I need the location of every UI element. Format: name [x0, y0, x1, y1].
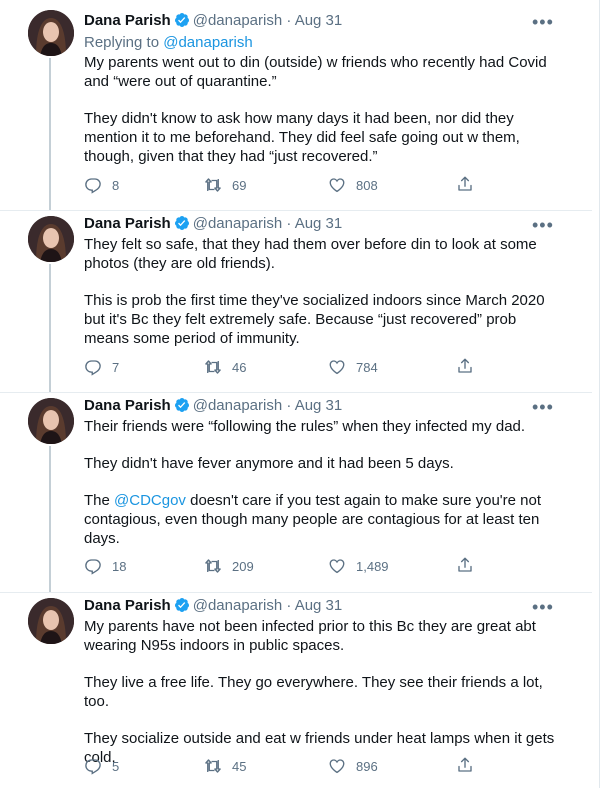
reply-count: 18 — [112, 558, 127, 574]
verified-badge-icon — [174, 13, 189, 27]
like-count: 784 — [356, 359, 378, 375]
tweet-paragraph: They live a free life. They go everywher… — [84, 674, 543, 710]
tweet-text: Their friends were “following the rules”… — [84, 417, 562, 548]
retweet-button[interactable]: 209 — [204, 556, 254, 576]
retweet-button[interactable]: 45 — [204, 756, 246, 776]
like-button[interactable]: 1,489 — [328, 556, 389, 576]
tweet-header: Dana Parish @danaparish · Aug 31 — [84, 214, 342, 234]
author-handle[interactable]: @danaparish — [193, 597, 282, 614]
tweet-date[interactable]: Aug 31 — [295, 597, 343, 614]
tweet-paragraph: Their friends were “following the rules”… — [84, 418, 526, 435]
share-icon — [458, 176, 472, 191]
tweet-header: Dana Parish @danaparish · Aug 31 — [84, 11, 342, 31]
like-heart-icon — [329, 360, 345, 375]
avatar[interactable] — [28, 10, 74, 56]
tweet-paragraph: My parents went out to din (outside) w f… — [84, 54, 547, 90]
retweet-icon — [205, 759, 221, 773]
tweet-text: They felt so safe, that they had them ov… — [84, 235, 562, 348]
tweet-header: Dana Parish @danaparish · Aug 31 — [84, 396, 342, 416]
tweet-actions: 5 45 896 — [84, 756, 564, 776]
reply-count: 7 — [112, 359, 120, 375]
tweet-actions: 18 209 1,489 — [84, 556, 564, 576]
retweet-count: 69 — [232, 177, 247, 193]
retweet-icon — [205, 178, 221, 192]
tweet-date[interactable]: Aug 31 — [295, 215, 343, 232]
tweet-date[interactable]: Aug 31 — [295, 12, 343, 29]
author-name[interactable]: Dana Parish — [84, 597, 171, 614]
replying-to-handle-link[interactable]: @danaparish — [163, 34, 252, 51]
replying-to-label: Replying to — [84, 34, 164, 51]
paragraph-text: The — [84, 492, 115, 509]
reply-button[interactable]: 5 — [84, 756, 119, 776]
author-name[interactable]: Dana Parish — [84, 397, 171, 414]
like-heart-icon — [329, 759, 345, 774]
avatar[interactable] — [28, 216, 74, 262]
tweet-actions: 7 46 784 — [84, 357, 564, 377]
like-heart-icon — [329, 178, 345, 193]
author-name[interactable]: Dana Parish — [84, 12, 171, 29]
verified-badge-icon — [174, 598, 189, 612]
separator-dot: · — [286, 597, 292, 614]
separator-dot: · — [286, 397, 292, 414]
tweet[interactable]: Dana Parish @danaparish · Aug 31 ••• Repl… — [0, 0, 592, 210]
tweet-paragraph: My parents have not been infected prior … — [84, 618, 536, 654]
separator-dot: · — [286, 12, 292, 29]
tweet-paragraph: They felt so safe, that they had them ov… — [84, 236, 537, 272]
like-count: 808 — [356, 177, 378, 193]
avatar[interactable] — [28, 398, 74, 444]
share-icon — [458, 358, 472, 373]
share-button[interactable] — [456, 357, 474, 378]
like-button[interactable]: 784 — [328, 357, 378, 377]
retweet-count: 209 — [232, 558, 254, 574]
share-icon — [458, 757, 472, 772]
tweet-date[interactable]: Aug 31 — [295, 397, 343, 414]
tweet-actions: 8 69 808 — [84, 175, 564, 195]
reply-icon — [85, 360, 101, 376]
share-icon — [458, 557, 472, 572]
tweet-text: My parents went out to din (outside) w f… — [84, 53, 562, 166]
reply-button[interactable]: 18 — [84, 556, 126, 576]
retweet-count: 45 — [232, 758, 247, 774]
author-name[interactable]: Dana Parish — [84, 215, 171, 232]
tweet[interactable]: Dana Parish @danaparish · Aug 31 ••• My p… — [0, 592, 592, 788]
tweet-paragraph: This is prob the first time they've soci… — [84, 292, 545, 347]
like-count: 896 — [356, 758, 378, 774]
tweet[interactable]: Dana Parish @danaparish · Aug 31 ••• Thei… — [0, 392, 592, 592]
separator-dot: · — [286, 215, 292, 232]
share-button[interactable] — [456, 556, 474, 577]
tweet[interactable]: Dana Parish @danaparish · Aug 31 ••• They… — [0, 210, 592, 392]
like-button[interactable]: 896 — [328, 756, 378, 776]
reply-count: 5 — [112, 758, 120, 774]
author-handle[interactable]: @danaparish — [193, 215, 282, 232]
avatar[interactable] — [28, 598, 74, 644]
retweet-button[interactable]: 69 — [204, 175, 246, 195]
replying-to: Replying to @danaparish — [84, 33, 253, 53]
mention-link[interactable]: @CDCgov — [114, 492, 186, 509]
tweet-paragraph: The @CDCgov doesn't care if you test aga… — [84, 491, 562, 548]
reply-button[interactable]: 8 — [84, 175, 119, 195]
author-handle[interactable]: @danaparish — [193, 397, 282, 414]
like-count: 1,489 — [356, 558, 389, 574]
like-heart-icon — [329, 559, 345, 574]
author-handle[interactable]: @danaparish — [193, 12, 282, 29]
reply-icon — [85, 759, 101, 775]
tweet-text: My parents have not been infected prior … — [84, 617, 562, 767]
tweet-paragraph: They didn't have fever anymore and it ha… — [84, 455, 454, 472]
tweet-paragraph: They didn't know to ask how many days it… — [84, 110, 520, 165]
share-button[interactable] — [456, 175, 474, 196]
reply-count: 8 — [112, 177, 120, 193]
share-button[interactable] — [456, 756, 474, 777]
like-button[interactable]: 808 — [328, 175, 378, 195]
retweet-count: 46 — [232, 359, 247, 375]
verified-badge-icon — [174, 398, 189, 412]
more-options-icon[interactable]: ••• — [532, 13, 553, 36]
retweet-button[interactable]: 46 — [204, 357, 246, 377]
reply-button[interactable]: 7 — [84, 357, 119, 377]
retweet-icon — [205, 559, 221, 573]
reply-icon — [85, 178, 101, 194]
retweet-icon — [205, 360, 221, 374]
reply-icon — [85, 559, 101, 575]
tweet-header: Dana Parish @danaparish · Aug 31 — [84, 596, 342, 616]
verified-badge-icon — [174, 216, 189, 230]
